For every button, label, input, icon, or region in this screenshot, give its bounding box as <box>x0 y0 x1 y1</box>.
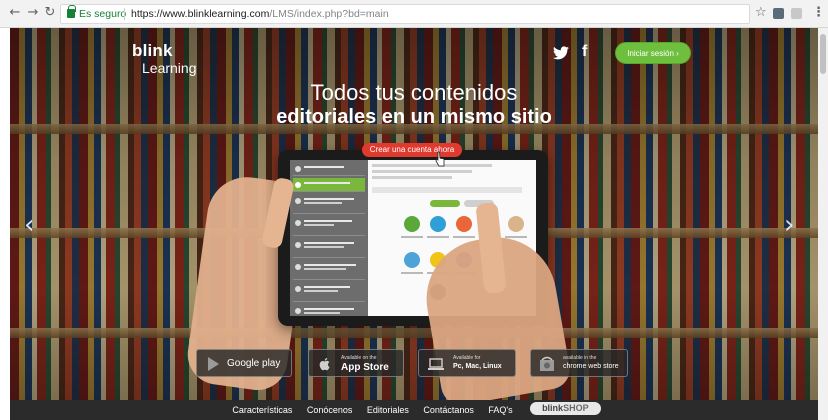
scrollbar-thumb[interactable] <box>820 34 826 74</box>
carousel-next-icon[interactable]: › <box>784 212 794 238</box>
blink-shop-logo[interactable]: blinkSHOP <box>530 402 601 416</box>
footer-link-contactanos[interactable]: Contáctanos <box>423 400 474 420</box>
facebook-icon[interactable]: f <box>582 44 587 60</box>
badge-label: Pc, Mac, Linux <box>453 363 502 370</box>
logo-text: blink <box>132 41 173 60</box>
lock-icon <box>67 5 76 18</box>
address-bar[interactable]: Es seguro https://www.blinklearning.com/… <box>60 4 750 24</box>
secure-label: Es seguro <box>79 8 127 20</box>
twitter-icon[interactable] <box>553 46 569 60</box>
footer-nav: Características Conócenos Editoriales Co… <box>10 400 818 420</box>
footer-link-conocenos[interactable]: Conócenos <box>307 400 353 420</box>
chrome-store-icon <box>540 356 554 371</box>
url-text[interactable]: https://www.blinklearning.com/LMS/index.… <box>131 5 389 23</box>
hero-title-line1: Todos tus contenidos <box>310 80 518 105</box>
create-account-button[interactable]: Crear una cuenta ahora <box>362 143 462 157</box>
carousel-prev-icon[interactable]: ‹ <box>24 212 34 238</box>
badge-caption: available in the <box>563 355 597 361</box>
footer-link-editoriales[interactable]: Editoriales <box>367 400 409 420</box>
badge-caption: Available on the <box>341 355 377 361</box>
logo-subtext: Learning <box>142 60 197 76</box>
back-arrow-icon[interactable]: ← <box>8 6 22 20</box>
badge-label: chrome web store <box>563 363 619 370</box>
badge-caption: Available for <box>453 355 481 361</box>
badge-label: Google play <box>227 358 281 369</box>
extension-icon[interactable] <box>791 8 802 19</box>
star-icon[interactable]: ☆ <box>755 5 767 19</box>
more-vert-icon[interactable]: ⋮ <box>812 5 825 19</box>
tablet-sidebar <box>290 160 368 316</box>
app-store-badge[interactable]: Available on the App Store <box>308 349 404 377</box>
shop-logo-suffix: SHOP <box>563 403 589 414</box>
footer-link-caracteristicas[interactable]: Características <box>232 400 292 420</box>
blink-learning-logo[interactable]: blink Learning <box>132 42 197 75</box>
address-separator <box>124 8 125 20</box>
hand-cursor-icon <box>435 151 445 167</box>
badge-label: App Store <box>341 362 389 373</box>
hero-section: blink Learning f Iniciar sesión › Todos … <box>10 28 818 400</box>
page-scrollbar[interactable] <box>818 28 828 420</box>
tablet-content <box>372 164 532 196</box>
hero-title-line2: editoriales en un mismo sitio <box>276 106 552 128</box>
play-store-icon <box>208 357 219 371</box>
shop-logo-text: blink <box>542 403 564 414</box>
reload-icon[interactable]: ↻ <box>43 6 57 20</box>
laptop-icon <box>428 358 444 370</box>
url-path: /LMS/index.php?bd=main <box>269 8 389 20</box>
login-button[interactable]: Iniciar sesión › <box>615 42 691 64</box>
extension-icon[interactable] <box>773 8 784 19</box>
desktop-badge[interactable]: Available for Pc, Mac, Linux <box>418 349 516 377</box>
url-host: https://www.blinklearning.com <box>131 8 270 20</box>
chrome-web-store-badge[interactable]: available in the chrome web store <box>530 349 628 377</box>
browser-toolbar: ← → ↻ Es seguro https://www.blinklearnin… <box>0 0 828 28</box>
google-play-badge[interactable]: Google play <box>196 349 292 377</box>
apple-icon <box>319 358 330 371</box>
forward-arrow-icon[interactable]: → <box>26 6 40 20</box>
footer-link-faqs[interactable]: FAQ's <box>488 400 512 420</box>
